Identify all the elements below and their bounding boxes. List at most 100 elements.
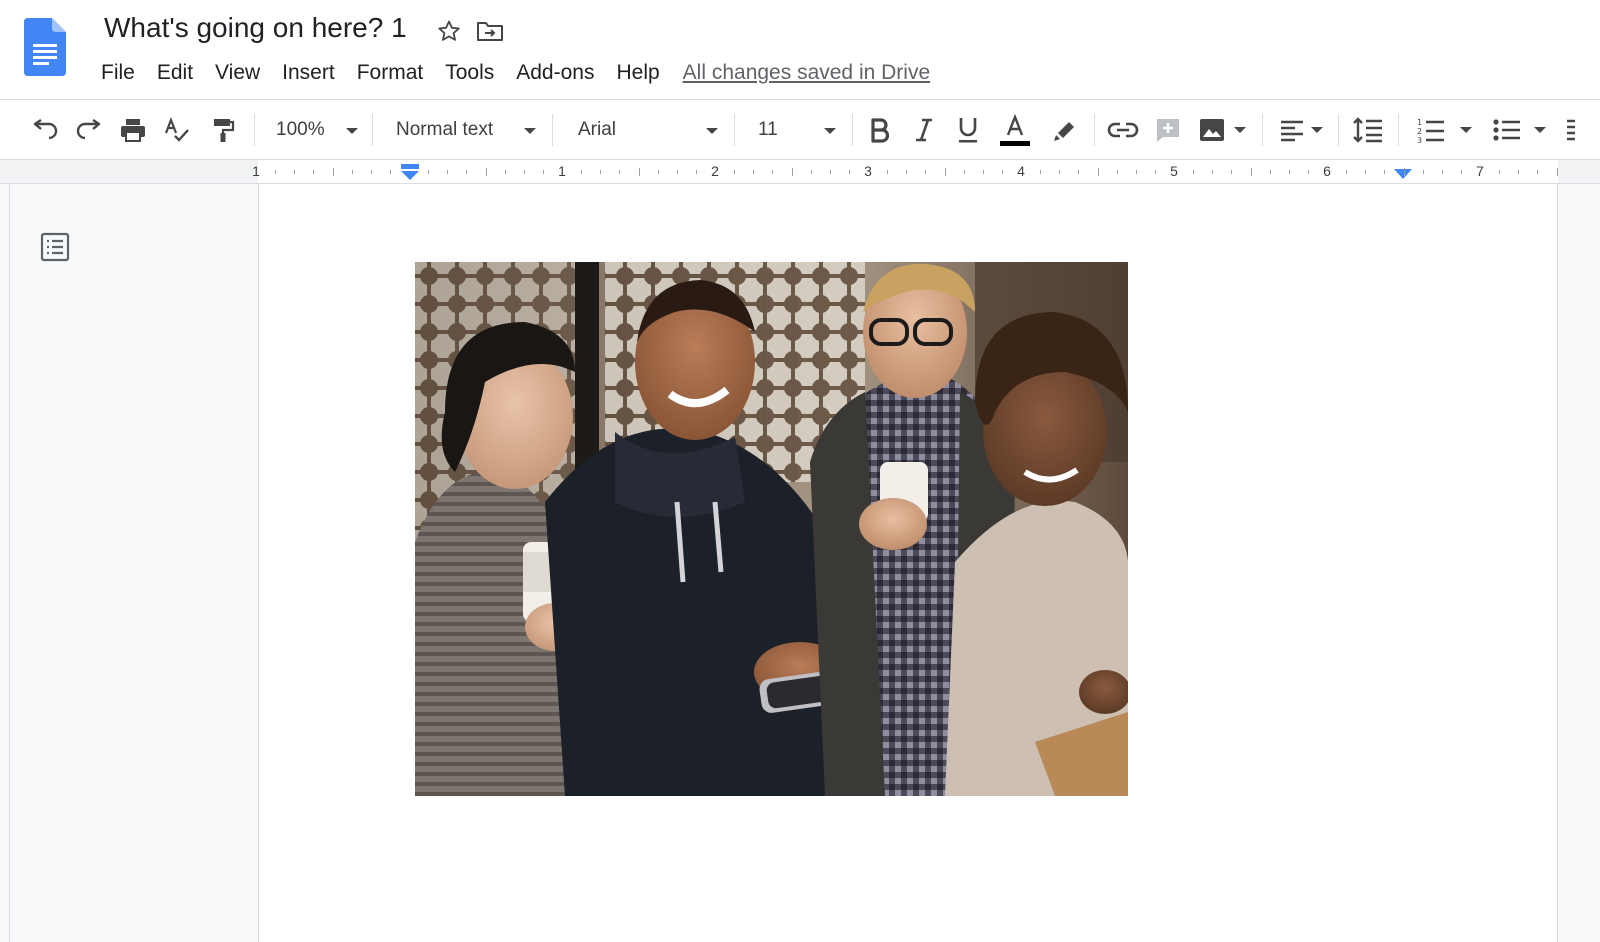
ruler-tick	[447, 170, 448, 174]
horizontal-ruler[interactable]: 1 1 2 3 4 5 6 7	[0, 160, 1600, 184]
font-family-value: Arial	[578, 119, 617, 140]
save-status-link[interactable]: All changes saved in Drive	[683, 61, 930, 85]
ruler-tick	[849, 170, 850, 174]
ruler-tick	[524, 170, 525, 174]
ruler-tick	[1193, 170, 1194, 174]
ruler-tick	[486, 168, 487, 176]
ruler-tick	[466, 170, 467, 174]
ruler-tick	[772, 170, 773, 174]
ruler-tick	[313, 170, 314, 174]
highlight-color-icon[interactable]	[1048, 112, 1082, 148]
align-button[interactable]	[1276, 112, 1326, 148]
ruler-tick	[333, 168, 334, 176]
ruler-tick	[925, 170, 926, 174]
menu-format[interactable]: Format	[346, 61, 435, 85]
add-comment-icon[interactable]	[1152, 112, 1184, 148]
menu-edit[interactable]: Edit	[146, 61, 204, 85]
ruler-tick	[734, 170, 735, 174]
chevron-down-icon	[1460, 127, 1472, 133]
toolbar-divider	[1398, 114, 1399, 146]
toolbar-divider	[372, 114, 373, 146]
font-size-value: 11	[758, 119, 778, 140]
ruler-label: 2	[711, 163, 719, 179]
undo-icon[interactable]	[28, 112, 62, 148]
ruler-tick	[906, 170, 907, 174]
ruler-tick	[887, 170, 888, 174]
docs-app: What's going on here? 1 File Edit View I…	[0, 0, 1600, 942]
ruler-tick	[1155, 170, 1156, 174]
text-color-icon[interactable]	[996, 112, 1034, 148]
insert-link-icon[interactable]	[1104, 112, 1142, 148]
insert-image-button[interactable]	[1194, 112, 1250, 148]
ruler-label: 1	[558, 163, 566, 179]
font-family-select[interactable]: Arial	[578, 112, 718, 148]
italic-icon[interactable]	[908, 112, 940, 148]
ruler-tick	[792, 168, 793, 176]
numbered-list-icon: 123	[1417, 118, 1444, 144]
ruler-tick	[696, 170, 697, 174]
chevron-down-icon	[1311, 127, 1323, 133]
zoom-select[interactable]: 100%	[276, 112, 358, 148]
line-spacing-icon[interactable]	[1350, 112, 1386, 148]
ruler-tick	[352, 170, 353, 174]
paragraph-style-select[interactable]: Normal text	[396, 112, 536, 148]
header: What's going on here? 1 File Edit View I…	[0, 0, 1600, 100]
menu-help[interactable]: Help	[605, 61, 670, 85]
more-toolbar-icon[interactable]	[1560, 112, 1580, 148]
document-outline-icon[interactable]	[40, 232, 70, 262]
ruler-tick	[1365, 170, 1366, 174]
toolbar-divider	[734, 114, 735, 146]
svg-text:3: 3	[1417, 136, 1422, 144]
ruler-label: 7	[1476, 163, 1484, 179]
ruler-tick	[1423, 170, 1424, 174]
ruler-label: 5	[1170, 163, 1178, 179]
toolbar-divider	[852, 114, 853, 146]
ruler-tick	[983, 170, 984, 174]
ruler-tick	[1117, 170, 1118, 174]
move-to-folder-icon[interactable]	[475, 16, 505, 46]
ruler-tick	[753, 170, 754, 174]
toolbar-divider	[254, 114, 255, 146]
ruler-tick	[294, 170, 295, 174]
chevron-down-icon	[1534, 127, 1546, 133]
ruler-label: 6	[1323, 163, 1331, 179]
ruler-tick	[581, 170, 582, 174]
menu-tools[interactable]: Tools	[434, 61, 505, 85]
chevron-down-icon	[524, 128, 536, 134]
chevron-down-icon	[346, 128, 358, 134]
ruler-tick	[945, 168, 946, 176]
print-icon[interactable]	[116, 112, 150, 148]
redo-icon[interactable]	[72, 112, 106, 148]
bold-icon[interactable]	[864, 112, 896, 148]
ruler-tick	[1308, 170, 1309, 174]
ruler-label: 1	[252, 163, 260, 179]
ruler-tick	[275, 170, 276, 174]
bulleted-list-button[interactable]	[1488, 112, 1550, 148]
left-indent-marker-icon[interactable]	[399, 164, 421, 182]
document-page[interactable]	[258, 184, 1558, 942]
menu-addons[interactable]: Add-ons	[505, 61, 605, 85]
ruler-tick	[600, 170, 601, 174]
star-icon[interactable]	[434, 16, 464, 46]
ruler-tick	[1251, 168, 1252, 176]
menu-file[interactable]: File	[90, 61, 146, 85]
docs-logo-icon[interactable]	[24, 18, 66, 76]
ruler-tick	[1059, 170, 1060, 174]
bulleted-list-icon	[1493, 119, 1520, 141]
ruler-tick	[1289, 170, 1290, 174]
vertical-ruler[interactable]	[0, 184, 10, 942]
numbered-list-button[interactable]: 123	[1412, 112, 1476, 148]
ruler-tick	[830, 170, 831, 174]
inserted-photo[interactable]	[415, 262, 1128, 796]
right-indent-marker-icon[interactable]	[1392, 167, 1414, 181]
ruler-tick	[964, 170, 965, 174]
underline-icon[interactable]	[952, 112, 984, 148]
doc-title[interactable]: What's going on here? 1	[104, 12, 407, 44]
menu-view[interactable]: View	[204, 61, 271, 85]
svg-text:1: 1	[1417, 118, 1422, 127]
paint-format-icon[interactable]	[206, 112, 240, 148]
menu-insert[interactable]: Insert	[271, 61, 346, 85]
ruler-tick	[543, 170, 544, 174]
font-size-select[interactable]: 11	[758, 112, 836, 148]
spellcheck-icon[interactable]	[160, 112, 194, 148]
